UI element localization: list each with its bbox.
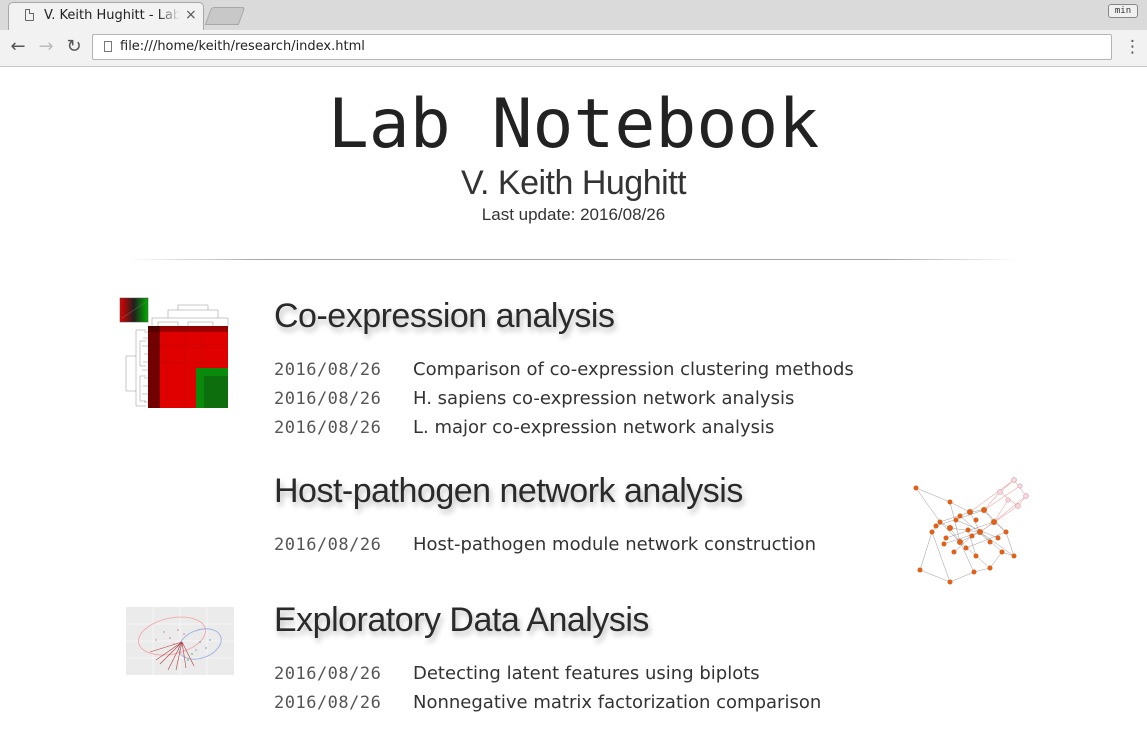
section-title-host-pathogen: Host-pathogen network analysis — [274, 472, 743, 510]
list-item[interactable]: 2016/08/26 Detecting latent features usin… — [274, 663, 760, 689]
dendrogram-top — [151, 304, 229, 326]
entry-link[interactable]: Host-pathogen module network constructio… — [413, 534, 816, 555]
menu-icon[interactable]: ⋮ — [1124, 36, 1141, 58]
list-item[interactable]: 2016/08/26 Host-pathogen module network c… — [274, 534, 816, 560]
biplot-thumbnail[interactable] — [120, 604, 236, 682]
entry-link[interactable]: Comparison of co-expression clustering m… — [413, 359, 854, 380]
page-title: Lab Notebook — [327, 85, 820, 164]
list-item[interactable]: 2016/08/26 Comparison of co-expression cl… — [274, 359, 854, 385]
minimize-button[interactable]: min — [1108, 4, 1138, 18]
heatmap-thumbnail[interactable] — [118, 296, 230, 411]
entry-link[interactable]: L. major co-expression network analysis — [413, 417, 774, 438]
page-icon — [25, 9, 34, 21]
browser-tab[interactable]: V. Keith Hughitt - Lab Notebook × — [8, 2, 204, 30]
forward-arrow-icon[interactable]: → — [35, 36, 57, 58]
url-text[interactable]: file:///home/keith/research/index.html — [120, 39, 365, 54]
entry-date: 2016/08/26 — [274, 535, 382, 555]
divider — [128, 259, 1018, 260]
reload-icon[interactable]: ↻ — [63, 36, 85, 58]
last-update: Last update: 2016/08/26 — [481, 205, 666, 224]
network-edges — [915, 487, 1015, 583]
author-name: V. Keith Hughitt — [460, 164, 687, 202]
entry-link[interactable]: H. sapiens co-expression network analysi… — [413, 388, 794, 409]
entry-link[interactable]: Detecting latent features using biplots — [413, 663, 760, 684]
tab-title: V. Keith Hughitt - Lab Notebook — [44, 8, 180, 23]
entry-date: 2016/08/26 — [274, 664, 382, 684]
entry-date: 2016/08/26 — [274, 418, 382, 438]
entry-date: 2016/08/26 — [274, 389, 382, 409]
address-bar[interactable]: file:///home/keith/research/index.html — [92, 34, 1112, 60]
network-nodes — [913, 485, 1017, 585]
back-arrow-icon[interactable]: ← — [7, 36, 29, 58]
list-item[interactable]: 2016/08/26 H. sapiens co-expression netwo… — [274, 388, 794, 414]
browser-toolbar: ← → ↻ file:///home/keith/research/index.… — [0, 30, 1147, 67]
entry-date: 2016/08/26 — [274, 693, 382, 713]
network-thumbnail[interactable] — [910, 472, 1032, 592]
file-icon — [104, 41, 112, 52]
dendrogram-left — [125, 329, 148, 407]
page-content: Lab Notebook V. Keith Hughitt Last updat… — [0, 67, 1147, 748]
close-icon[interactable]: × — [185, 6, 197, 24]
tab-bar: V. Keith Hughitt - Lab Notebook × min — [0, 0, 1147, 30]
list-item[interactable]: 2016/08/26 L. major co-expression network… — [274, 417, 774, 443]
entry-link[interactable]: Nonnegative matrix factorization compari… — [413, 692, 821, 713]
section-title-exploratory: Exploratory Data Analysis — [274, 601, 649, 639]
new-tab-button[interactable] — [204, 7, 246, 25]
entry-date: 2016/08/26 — [274, 360, 382, 380]
list-item[interactable]: 2016/08/26 Nonnegative matrix factorizati… — [274, 692, 821, 718]
section-title-coexpression: Co-expression analysis — [274, 297, 615, 335]
